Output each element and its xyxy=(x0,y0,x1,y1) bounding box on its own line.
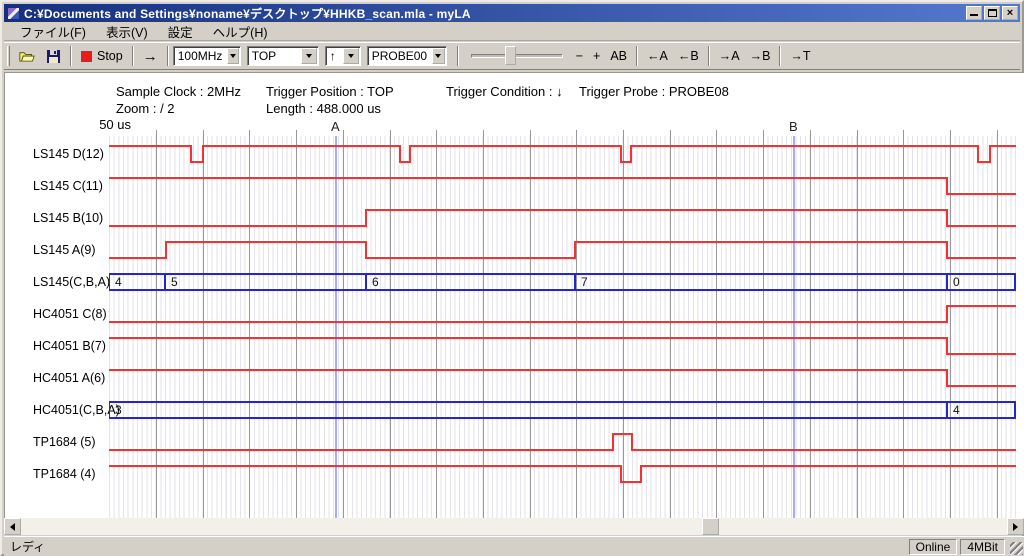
status-memory: 4MBit xyxy=(960,539,1005,555)
clock-select[interactable]: 100MHz xyxy=(173,46,241,66)
scroll-right-button[interactable] xyxy=(1007,518,1024,535)
goto-marker-a-right-button[interactable]: →A xyxy=(714,45,745,67)
maximize-button[interactable] xyxy=(984,6,1000,20)
bus-value: 4 xyxy=(115,275,122,289)
waveform-plot[interactable]: 4 5 6 7 0 3 4 xyxy=(109,130,1016,518)
slider-thumb[interactable] xyxy=(505,46,516,65)
menu-help[interactable]: ヘルプ(H) xyxy=(203,21,278,42)
open-folder-icon xyxy=(19,49,35,64)
menu-bar: ファイル(F) 表示(V) 設定 ヘルプ(H) xyxy=(4,22,1020,41)
waveform-channel xyxy=(109,466,1016,482)
channel-label: LS145 D(12) xyxy=(33,146,104,162)
menu-view[interactable]: 表示(V) xyxy=(96,21,158,42)
channel-label: TP1684 (4) xyxy=(33,466,96,482)
open-file-button[interactable] xyxy=(14,45,40,67)
zoom-slider[interactable] xyxy=(471,45,563,67)
close-icon: × xyxy=(1007,8,1013,18)
toolbar-separator xyxy=(70,46,72,66)
channel-label: LS145(C,B,A) xyxy=(33,274,110,290)
toolbar-grip[interactable] xyxy=(7,46,10,66)
waveform-channel xyxy=(109,146,1016,162)
chevron-down-icon[interactable] xyxy=(301,48,317,64)
toolbar-separator xyxy=(132,46,134,66)
zoom-ab-button[interactable]: AB xyxy=(605,45,632,67)
channel-label: HC4051(C,B,A) xyxy=(33,402,120,418)
waveform-view: Sample Clock : 2MHz Trigger Position : T… xyxy=(4,72,1024,518)
trigger-probe-label: Trigger Probe : PROBE08 xyxy=(579,84,729,99)
goto-marker-a-left-button[interactable]: ←A xyxy=(642,45,673,67)
menu-file[interactable]: ファイル(F) xyxy=(10,21,96,42)
channel-label: HC4051 C(8) xyxy=(33,306,107,322)
toolbar-separator xyxy=(636,46,638,66)
app-icon xyxy=(7,7,20,20)
channel-label: TP1684 (5) xyxy=(33,434,96,450)
length-label: Length : 488.000 us xyxy=(266,101,381,116)
toolbar-separator xyxy=(167,46,169,66)
chevron-down-icon[interactable] xyxy=(227,48,238,64)
minimize-button[interactable] xyxy=(966,6,982,20)
run-arrow-icon: → xyxy=(143,48,158,65)
scroll-left-button[interactable] xyxy=(4,518,21,535)
chevron-down-icon[interactable] xyxy=(432,48,445,64)
trigger-position-label: Trigger Position : TOP xyxy=(266,84,394,99)
zoom-out-button[interactable]: − xyxy=(571,45,588,67)
status-bar: レディ Online 4MBit xyxy=(4,536,1024,556)
status-message: レディ xyxy=(4,538,909,555)
goto-marker-b-left-button[interactable]: ←B xyxy=(673,45,704,67)
channel-label: LS145 B(10) xyxy=(33,210,103,226)
bus-value: 5 xyxy=(171,275,178,289)
bus-value: 6 xyxy=(372,275,379,289)
trigger-position-select[interactable]: TOP xyxy=(247,46,319,66)
waveform-channel xyxy=(109,338,1016,354)
waveform-channel xyxy=(109,210,1016,226)
waveform-channel xyxy=(109,434,1016,450)
goto-trigger-button[interactable]: →T xyxy=(785,45,815,67)
channel-label: HC4051 B(7) xyxy=(33,338,106,354)
stop-button[interactable]: Stop xyxy=(76,45,128,67)
minimize-icon xyxy=(970,8,978,16)
resize-grip[interactable] xyxy=(1010,542,1023,555)
slider-groove xyxy=(471,54,563,58)
probe-select[interactable]: PROBE00 xyxy=(367,46,447,66)
waveform-channel xyxy=(109,306,1016,322)
toolbar: Stop → 100MHz TOP ↑ PROBE00 − + AB xyxy=(4,42,1020,70)
window-title: C:¥Documents and Settings¥noname¥デスクトップ¥… xyxy=(24,5,964,22)
waveform-channel xyxy=(109,242,1016,258)
menu-settings[interactable]: 設定 xyxy=(158,21,203,42)
bus-value: 7 xyxy=(581,275,588,289)
stop-icon xyxy=(81,51,92,62)
goto-marker-b-right-button[interactable]: →B xyxy=(745,45,776,67)
app-window: C:¥Documents and Settings¥noname¥デスクトップ¥… xyxy=(0,0,1024,556)
arrow-right-icon xyxy=(1013,523,1018,531)
toolbar-separator xyxy=(708,46,710,66)
channel-label: LS145 C(11) xyxy=(33,178,103,194)
chevron-down-icon[interactable] xyxy=(343,48,359,64)
run-button[interactable]: → xyxy=(138,45,163,67)
waveform-channel xyxy=(109,178,1016,194)
waveform-channel xyxy=(109,370,1016,386)
status-online: Online xyxy=(909,539,958,555)
maximize-icon xyxy=(988,9,997,17)
close-button[interactable]: × xyxy=(1002,6,1018,20)
save-button[interactable] xyxy=(40,45,66,67)
stop-label: Stop xyxy=(97,49,123,63)
zoom-in-button[interactable]: + xyxy=(588,45,605,67)
trigger-edge-select[interactable]: ↑ xyxy=(325,46,361,66)
channel-label: LS145 A(9) xyxy=(33,242,96,258)
horizontal-scrollbar[interactable] xyxy=(4,518,1024,535)
zoom-label: Zoom : / 2 xyxy=(116,101,175,116)
bus-value: 3 xyxy=(115,403,122,417)
sample-clock-label: Sample Clock : 2MHz xyxy=(116,84,241,99)
title-bar: C:¥Documents and Settings¥noname¥デスクトップ¥… xyxy=(4,4,1020,22)
arrow-left-icon xyxy=(10,523,15,531)
toolbar-separator xyxy=(457,46,459,66)
trigger-condition-label: Trigger Condition : ↓ xyxy=(446,84,563,99)
bus-value: 4 xyxy=(953,403,960,417)
toolbar-separator xyxy=(779,46,781,66)
floppy-disk-icon xyxy=(46,49,61,64)
bus-value: 0 xyxy=(953,275,960,289)
scrollbar-thumb[interactable] xyxy=(702,518,719,535)
channel-label: HC4051 A(6) xyxy=(33,370,105,386)
